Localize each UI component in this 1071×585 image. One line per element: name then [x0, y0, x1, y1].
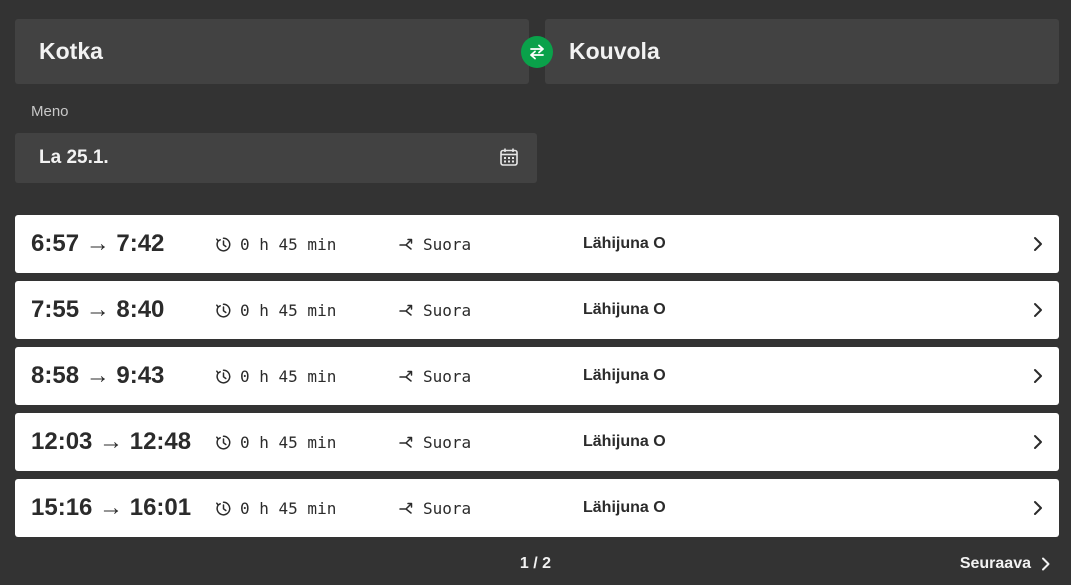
route-text: Suora — [423, 300, 472, 320]
route-text: Suora — [423, 366, 472, 386]
duration-text: 0 h 45 min — [240, 300, 337, 320]
result-row[interactable]: 7:55 → 8:40 0 h 45 min Suora Lähijuna O — [15, 281, 1059, 339]
duration-text: 0 h 45 min — [240, 432, 337, 452]
departure-label: Meno — [31, 103, 69, 120]
duration-text: 0 h 45 min — [240, 234, 337, 254]
trip-duration: 0 h 45 min — [215, 479, 336, 537]
next-page-label: Seuraava — [959, 555, 1031, 572]
route-text: Suora — [423, 432, 472, 452]
route-type: Suora — [399, 281, 471, 339]
train-type: Lähijuna O — [583, 433, 666, 450]
swap-arrows-icon — [530, 44, 544, 60]
from-station-value: Kotka — [39, 38, 103, 64]
departure-arrival-times: 15:16 → 16:01 — [31, 494, 192, 521]
swap-stations-button[interactable] — [521, 36, 553, 68]
trip-duration: 0 h 45 min — [215, 347, 336, 405]
train-type: Lähijuna O — [583, 235, 666, 252]
direct-route-icon — [399, 436, 413, 448]
chevron-right-icon — [1034, 303, 1042, 317]
route-type: Suora — [399, 347, 471, 405]
result-row[interactable]: 12:03 → 12:48 0 h 45 min Suora Lähijuna O — [15, 413, 1059, 471]
trip-duration: 0 h 45 min — [215, 215, 336, 273]
chevron-right-icon — [1034, 435, 1042, 449]
clock-icon — [216, 434, 231, 449]
result-row[interactable]: 15:16 → 16:01 0 h 45 min Suora Lähijuna O — [15, 479, 1059, 537]
route-text: Suora — [423, 234, 472, 254]
results-list: 6:57 → 7:42 0 h 45 min Suora Lähijuna O 7:55… — [15, 215, 1059, 545]
pagination: 1 / 2 Seuraava — [0, 553, 1071, 577]
direct-route-icon — [399, 238, 413, 250]
route-type: Suora — [399, 479, 471, 537]
train-type: Lähijuna O — [583, 367, 666, 384]
route-type: Suora — [399, 215, 471, 273]
date-value: La 25.1. — [39, 147, 109, 168]
clock-icon — [216, 302, 231, 317]
next-page-button[interactable]: Seuraava — [960, 555, 1051, 573]
date-field[interactable]: La 25.1. — [15, 133, 537, 183]
chevron-right-icon — [1034, 237, 1042, 251]
direct-route-icon — [399, 502, 413, 514]
clock-icon — [216, 368, 231, 383]
result-row[interactable]: 6:57 → 7:42 0 h 45 min Suora Lähijuna O — [15, 215, 1059, 273]
result-row[interactable]: 8:58 → 9:43 0 h 45 min Suora Lähijuna O — [15, 347, 1059, 405]
page-indicator: 1 / 2 — [519, 555, 552, 572]
to-station-field[interactable]: Kouvola — [545, 19, 1059, 84]
direct-route-icon — [399, 304, 413, 316]
train-type: Lähijuna O — [583, 499, 666, 516]
trip-duration: 0 h 45 min — [215, 281, 336, 339]
calendar-icon[interactable] — [499, 147, 519, 167]
route-text: Suora — [423, 498, 472, 518]
duration-text: 0 h 45 min — [240, 498, 337, 518]
direct-route-icon — [399, 370, 413, 382]
departure-arrival-times: 6:57 → 7:42 — [31, 230, 165, 257]
chevron-right-icon — [1042, 557, 1050, 571]
train-type: Lähijuna O — [583, 301, 666, 318]
departure-arrival-times: 8:58 → 9:43 — [31, 362, 165, 389]
trip-duration: 0 h 45 min — [215, 413, 336, 471]
chevron-right-icon — [1034, 369, 1042, 383]
departure-arrival-times: 12:03 → 12:48 — [31, 428, 192, 455]
chevron-right-icon — [1034, 501, 1042, 515]
clock-icon — [216, 500, 231, 515]
from-station-field[interactable]: Kotka — [15, 19, 529, 84]
departure-arrival-times: 7:55 → 8:40 — [31, 296, 165, 323]
clock-icon — [216, 236, 231, 251]
duration-text: 0 h 45 min — [240, 366, 337, 386]
to-station-value: Kouvola — [569, 38, 660, 64]
route-type: Suora — [399, 413, 471, 471]
